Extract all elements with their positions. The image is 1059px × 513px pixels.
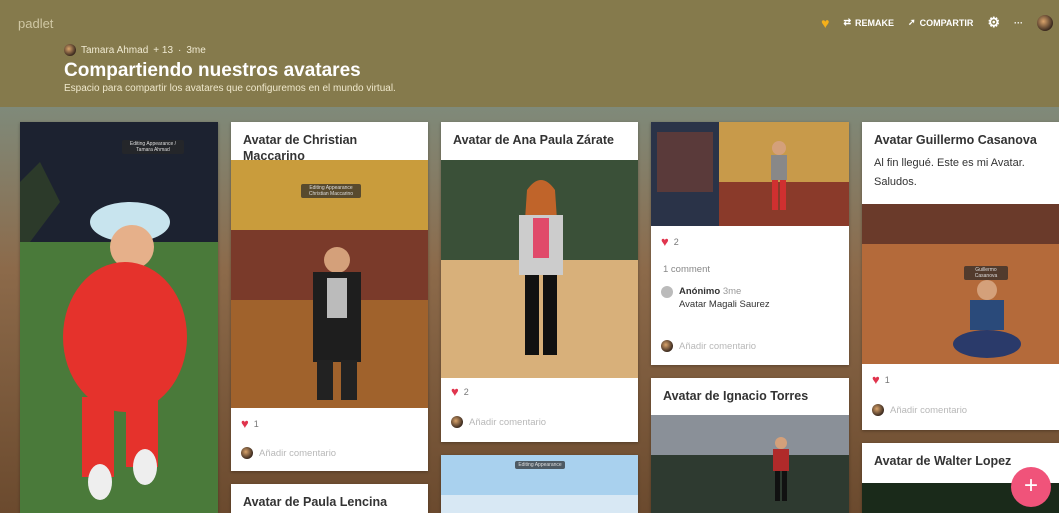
like-row[interactable]: ♥ 1	[872, 372, 890, 387]
heart-icon[interactable]: ♥	[821, 15, 829, 31]
post-card[interactable]: Avatar de Christian Maccarino Editing Ap…	[231, 122, 428, 471]
reaction-count: + 13	[153, 44, 174, 56]
page-subtitle: Espacio para compartir los avatares que …	[64, 83, 396, 94]
padlet-logo[interactable]: padlet	[18, 16, 53, 31]
post-image	[20, 122, 218, 513]
heart-icon[interactable]: ♥	[661, 234, 669, 249]
like-row[interactable]: ♥ 2	[451, 384, 469, 399]
post-card[interactable]: Editing Appearance	[441, 455, 638, 513]
comment-age: 3me	[722, 286, 742, 297]
post-title: Avatar de Ignacio Torres	[663, 389, 809, 403]
toolbar: ♥ ⇄ REMAKE ➚ COMPARTIR ⚙ ···	[821, 14, 1053, 31]
add-comment[interactable]: Añadir comentario	[451, 416, 546, 428]
commenter-name: Anónimo	[679, 286, 721, 297]
gear-icon[interactable]: ⚙	[987, 14, 1000, 31]
name-tag: Editing Appearance / Tamara Ahmad	[122, 140, 184, 154]
like-count: 2	[463, 386, 469, 397]
post-card[interactable]: Avatar de Ana Paula Zárate ♥ 2 Añadir com…	[441, 122, 638, 442]
user-avatar[interactable]	[1037, 14, 1053, 31]
avatar	[872, 404, 884, 416]
more-button[interactable]: ···	[1014, 18, 1023, 28]
share-button[interactable]: ➚ COMPARTIR	[908, 17, 973, 28]
post-body: Al fin llegué. Este es mi Avatar. Saludo…	[874, 157, 1025, 188]
avatar	[241, 447, 253, 459]
post-title: Avatar Guillermo Casanova	[874, 133, 1037, 147]
add-comment-label: Añadir comentario	[259, 447, 337, 459]
heart-icon[interactable]: ♥	[872, 372, 880, 387]
comment-text: Avatar Magali Saurez	[679, 299, 770, 310]
add-comment-label: Añadir comentario	[890, 404, 968, 416]
heart-icon[interactable]: ♥	[241, 416, 249, 431]
name-tag: Editing Appearance Christian Maccarino	[301, 184, 361, 198]
add-comment[interactable]: Añadir comentario	[241, 447, 336, 459]
name-tag: Guillermo Casanova	[964, 266, 1008, 280]
avatar	[661, 340, 673, 352]
share-label: COMPARTIR	[919, 17, 974, 28]
post-image	[651, 122, 849, 226]
heart-icon[interactable]: ♥	[451, 384, 459, 399]
page-title: Compartiendo nuestros avatares	[64, 60, 361, 81]
name-tag: Editing Appearance	[515, 461, 565, 469]
post-image	[862, 204, 1059, 364]
post-card[interactable]: Avatar de Paula Lencina	[231, 484, 428, 513]
post-image	[441, 160, 638, 378]
like-row[interactable]: ♥ 2	[661, 234, 679, 249]
post-card[interactable]: Editing Appearance / Tamara Ahmad	[20, 122, 218, 513]
like-count: 1	[253, 418, 259, 429]
remake-icon: ⇄	[843, 17, 852, 27]
author-avatar[interactable]	[64, 44, 76, 56]
post-card[interactable]: Avatar de Ignacio Torres	[651, 378, 849, 513]
like-row[interactable]: ♥ 1	[241, 416, 259, 431]
post-card[interactable]: ♥ 2 1 comment Anónimo 3me Avatar Magali S…	[651, 122, 849, 365]
add-comment[interactable]: Añadir comentario	[661, 340, 756, 352]
add-comment[interactable]: Añadir comentario	[872, 404, 967, 416]
post-title: Avatar de Walter Lopez	[874, 454, 1012, 468]
author-name[interactable]: Tamara Ahmad	[81, 45, 148, 56]
avatar	[451, 416, 463, 428]
author-line: Tamara Ahmad + 13 · 3me	[64, 44, 206, 56]
remake-button[interactable]: ⇄ REMAKE	[843, 17, 894, 28]
separator-dot: ·	[178, 44, 182, 56]
comment: Anónimo 3me Avatar Magali Saurez	[661, 286, 770, 310]
like-count: 1	[884, 374, 890, 385]
add-comment-label: Añadir comentario	[679, 340, 757, 352]
comment-count[interactable]: 1 comment	[663, 264, 710, 275]
post-age: 3me	[186, 44, 206, 56]
post-title: Avatar de Paula Lencina	[243, 495, 388, 509]
post-title: Avatar de Christian Maccarino	[243, 133, 358, 163]
post-image	[651, 415, 849, 513]
add-comment-label: Añadir comentario	[469, 416, 547, 428]
post-title: Avatar de Ana Paula Zárate	[453, 133, 614, 147]
remake-label: REMAKE	[855, 17, 895, 28]
header: padlet Tamara Ahmad + 13 · 3me Compartie…	[0, 0, 1059, 107]
add-post-button[interactable]: +	[1011, 467, 1051, 507]
like-count: 2	[673, 236, 679, 247]
post-card[interactable]: Avatar Guillermo Casanova Al fin llegué.…	[862, 122, 1059, 430]
commenter-avatar	[661, 286, 673, 298]
share-icon: ➚	[908, 17, 916, 27]
